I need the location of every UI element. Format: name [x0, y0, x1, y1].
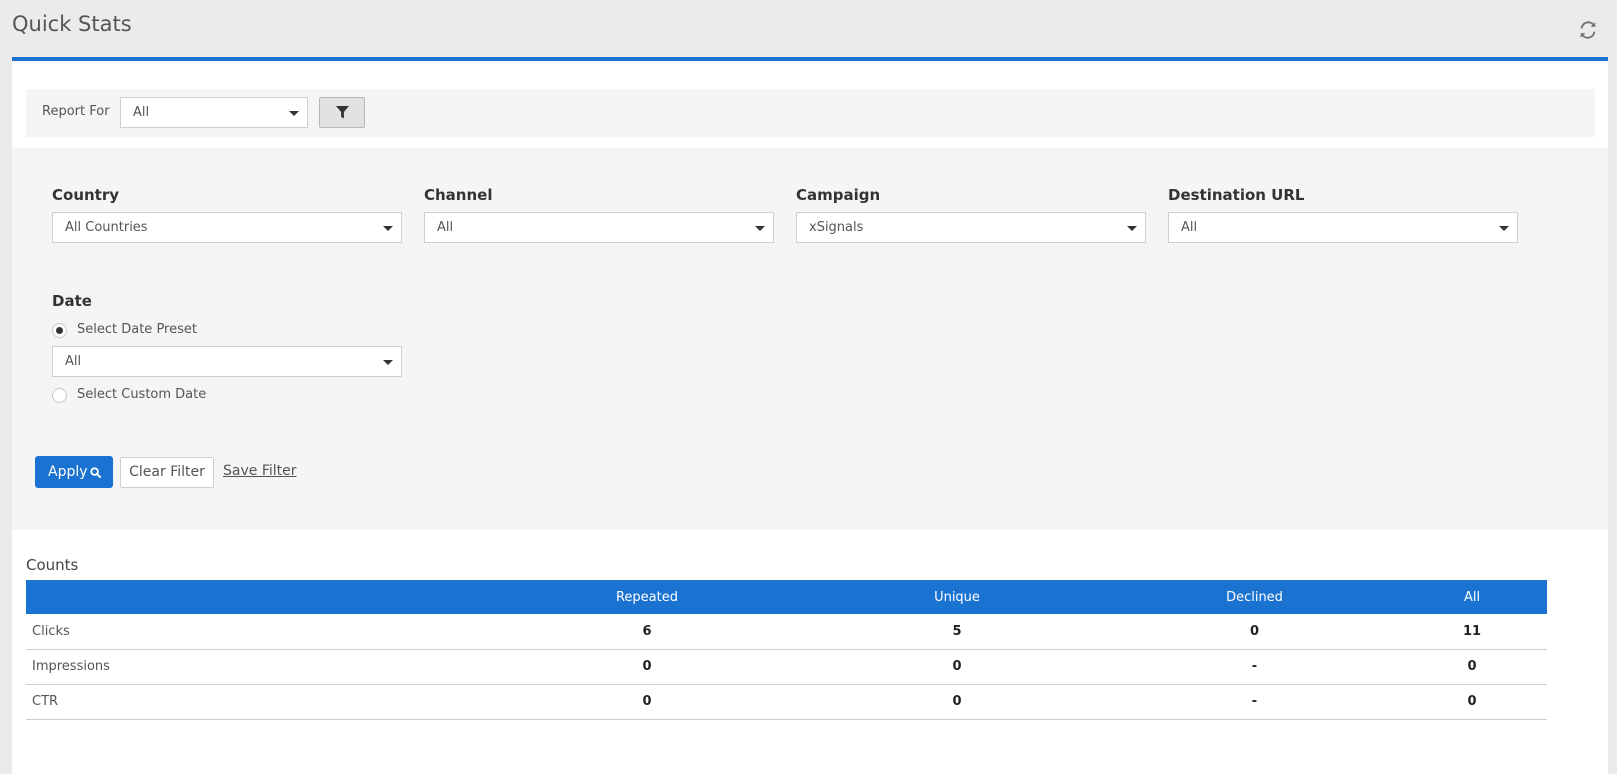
column-header: Repeated: [492, 580, 802, 614]
chevron-down-icon: [755, 226, 765, 231]
custom-date-label: Select Custom Date: [77, 387, 207, 402]
table-header-row: Repeated Unique Declined All: [26, 580, 1547, 614]
destination-url-value: All: [1181, 220, 1198, 235]
country-select[interactable]: All Countries: [52, 212, 402, 243]
row-label: CTR: [26, 684, 492, 720]
apply-button-label: Apply: [48, 464, 88, 480]
page-header: Quick Stats: [0, 0, 1617, 58]
custom-date-radio[interactable]: [52, 388, 67, 403]
save-filter-link[interactable]: Save Filter: [223, 463, 297, 479]
unique-cell: 5: [802, 614, 1112, 650]
search-icon: [90, 467, 101, 478]
date-label: Date: [52, 292, 92, 310]
country-value: All Countries: [65, 220, 148, 235]
report-for-label: Report For: [42, 104, 110, 119]
apply-button[interactable]: Apply: [35, 456, 113, 488]
counts-title: Counts: [26, 556, 79, 574]
table-row: CTR 0 0 - 0: [26, 684, 1547, 720]
date-preset-select[interactable]: All: [52, 346, 402, 377]
row-label: Impressions: [26, 649, 492, 685]
chevron-down-icon: [1127, 226, 1137, 231]
column-header: [26, 580, 492, 614]
table-row: Clicks 6 5 0 11: [26, 614, 1547, 650]
channel-label: Channel: [424, 186, 493, 204]
chevron-down-icon: [383, 360, 393, 365]
declined-cell: -: [1112, 684, 1397, 720]
report-for-bar: Report For All: [26, 89, 1595, 137]
filter-icon: [336, 106, 349, 119]
channel-select[interactable]: All: [424, 212, 774, 243]
chevron-down-icon: [289, 111, 299, 116]
repeated-cell: 0: [492, 684, 802, 720]
campaign-label: Campaign: [796, 186, 881, 204]
date-preset-label: Select Date Preset: [77, 322, 197, 337]
refresh-icon[interactable]: [1579, 21, 1597, 39]
repeated-cell: 0: [492, 649, 802, 685]
all-cell: 11: [1397, 614, 1547, 650]
all-cell: 0: [1397, 684, 1547, 720]
date-preset-radio[interactable]: [52, 323, 67, 338]
destination-url-select[interactable]: All: [1168, 212, 1518, 243]
clear-filter-button[interactable]: Clear Filter: [120, 457, 214, 488]
country-label: Country: [52, 186, 120, 204]
counts-table: Repeated Unique Declined All Clicks 6 5 …: [26, 580, 1547, 720]
unique-cell: 0: [802, 649, 1112, 685]
campaign-select[interactable]: xSignals: [796, 212, 1146, 243]
column-header: All: [1397, 580, 1547, 614]
declined-cell: 0: [1112, 614, 1397, 650]
report-for-value: All: [133, 105, 150, 120]
chevron-down-icon: [1499, 226, 1509, 231]
table-row: Impressions 0 0 - 0: [26, 649, 1547, 685]
destination-url-label: Destination URL: [1168, 186, 1305, 204]
date-preset-value: All: [65, 354, 82, 369]
filter-toggle-button[interactable]: [319, 97, 365, 128]
declined-cell: -: [1112, 649, 1397, 685]
column-header: Unique: [802, 580, 1112, 614]
channel-value: All: [437, 220, 454, 235]
all-cell: 0: [1397, 649, 1547, 685]
quick-stats-panel: Report For All Country All Countries Cha…: [12, 57, 1608, 774]
report-for-select[interactable]: All: [120, 97, 308, 128]
page-title: Quick Stats: [12, 12, 132, 36]
row-label: Clicks: [26, 614, 492, 650]
column-header: Declined: [1112, 580, 1397, 614]
repeated-cell: 6: [492, 614, 802, 650]
unique-cell: 0: [802, 684, 1112, 720]
chevron-down-icon: [383, 226, 393, 231]
filter-panel: Country All Countries Channel All Campai…: [12, 148, 1608, 530]
campaign-value: xSignals: [809, 220, 864, 235]
